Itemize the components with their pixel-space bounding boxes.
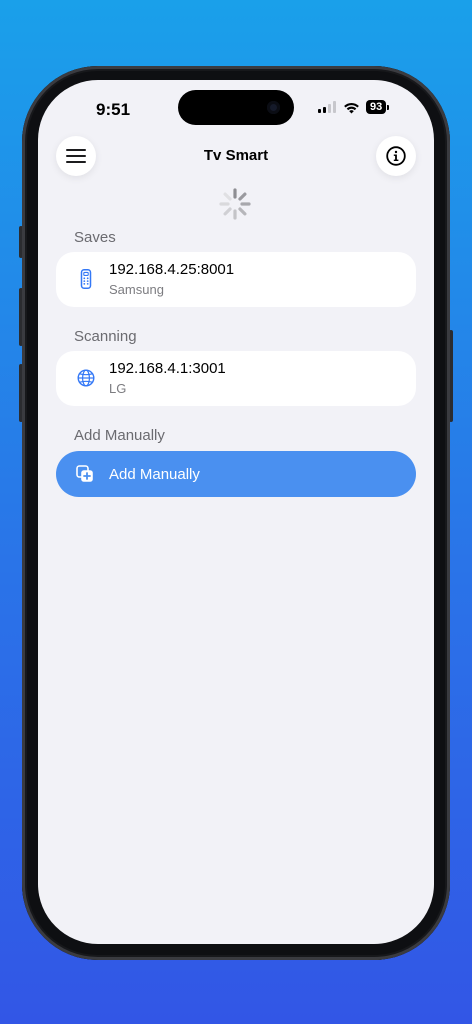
section-label-scanning: Scanning — [74, 328, 137, 345]
battery-indicator: 93 — [366, 100, 390, 114]
device-brand: LG — [109, 381, 127, 396]
add-manually-label: Add Manually — [109, 466, 200, 483]
info-circle-icon — [386, 146, 406, 166]
loading-spinner — [219, 188, 251, 220]
status-indicators: 93 — [318, 100, 390, 114]
section-label-saves: Saves — [74, 229, 116, 246]
dynamic-island — [178, 90, 294, 125]
globe-icon — [77, 369, 95, 387]
add-manually-button[interactable]: Add Manually — [56, 451, 416, 497]
page-title: Tv Smart — [203, 147, 269, 164]
status-time: 9:51 — [96, 100, 131, 119]
device-brand: Samsung — [109, 282, 164, 297]
info-button[interactable] — [376, 136, 416, 176]
front-camera — [267, 101, 280, 114]
battery-level: 93 — [366, 100, 387, 114]
app-screen: 9:51 93 Tv Smart Saves 192.168.4.25:8001… — [38, 80, 434, 944]
cellular-signal-icon — [318, 101, 336, 113]
device-address: 192.168.4.1:3001 — [109, 360, 226, 377]
add-square-icon — [76, 465, 93, 482]
remote-control-icon — [80, 269, 92, 289]
saved-device-item[interactable]: 192.168.4.25:8001 Samsung — [56, 252, 416, 307]
wifi-icon — [344, 102, 359, 113]
device-address: 192.168.4.25:8001 — [109, 261, 235, 278]
section-label-add-manually: Add Manually — [74, 427, 165, 444]
scanned-device-item[interactable]: 192.168.4.1:3001 LG — [56, 351, 416, 406]
